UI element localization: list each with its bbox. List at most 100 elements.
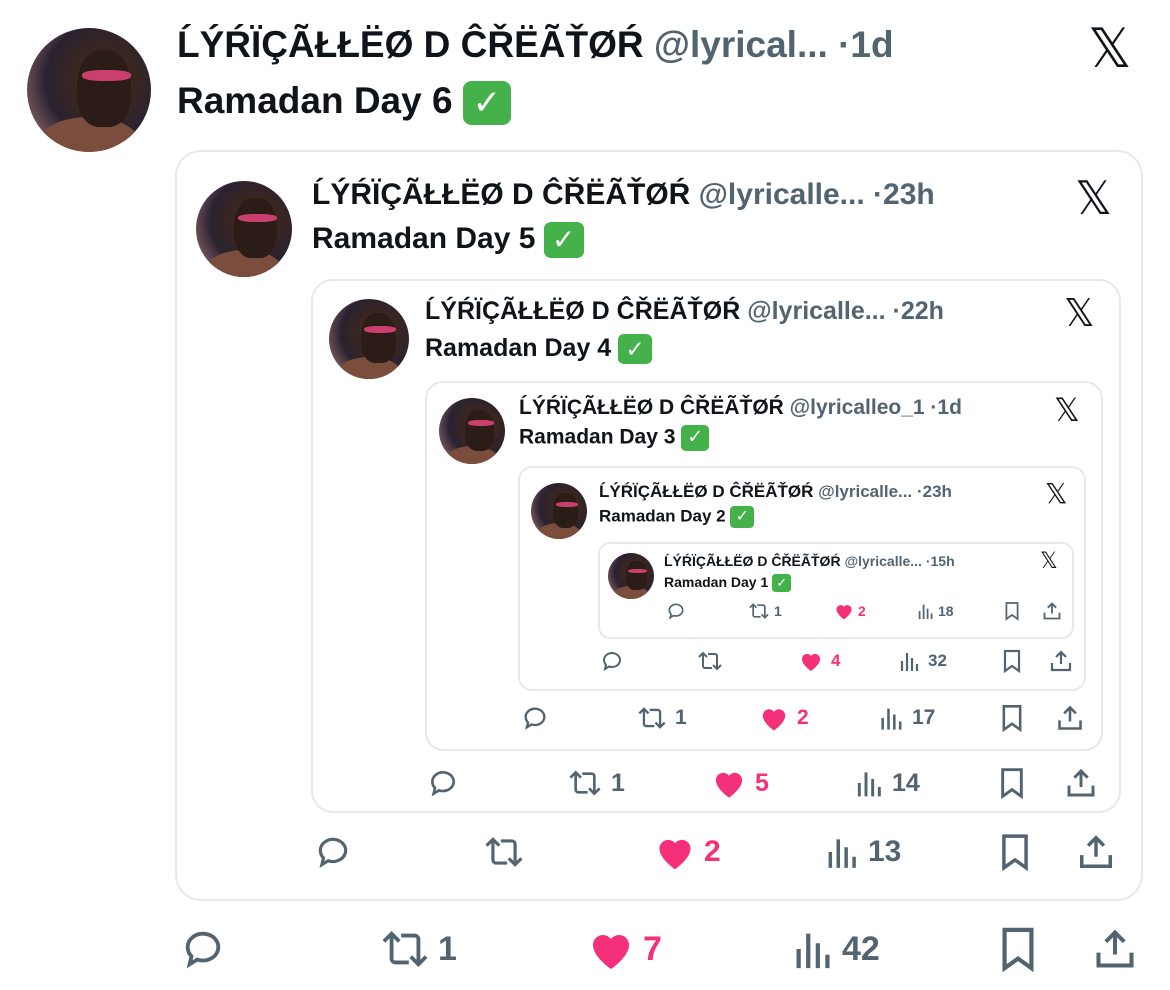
share-icon <box>1096 929 1134 968</box>
reply-button[interactable] <box>180 926 226 972</box>
tweet-header: ĹÝŔÏÇÃŁŁËØ D ĈŘËÃŤØŔ @lyricalle... ·15h <box>664 553 955 569</box>
bookmark-button[interactable] <box>998 926 1038 972</box>
author-handle[interactable]: @lyricalle... <box>747 297 885 325</box>
share-button[interactable] <box>1042 601 1062 621</box>
tweet-text: Ramadan Day 4 ✓ <box>425 334 653 365</box>
timestamp[interactable]: 15h <box>931 553 955 569</box>
author-name[interactable]: ĹÝŔÏÇÃŁŁËØ D ĈŘËÃŤØŔ <box>425 297 740 325</box>
views-count: 18 <box>938 603 954 619</box>
like-button[interactable]: 7 <box>587 926 662 972</box>
retweet-count: 1 <box>774 603 782 619</box>
views-button[interactable]: 17 <box>880 704 935 732</box>
retweet-icon <box>569 770 601 796</box>
x-logo-icon: 𝕏 <box>1064 291 1095 335</box>
reply-button[interactable] <box>426 767 460 799</box>
reply-icon <box>602 652 621 672</box>
retweet-count: 1 <box>611 768 625 797</box>
author-handle[interactable]: @lyrical... <box>654 24 828 65</box>
like-button[interactable]: 4 <box>799 649 840 673</box>
author-name[interactable]: ĹÝŔÏÇÃŁŁËØ D ĈŘËÃŤØŔ <box>599 482 813 501</box>
separator-dot: · <box>873 178 884 211</box>
retweet-button[interactable] <box>697 649 731 673</box>
views-button[interactable]: 13 <box>826 833 901 871</box>
views-icon <box>881 708 902 730</box>
retweet-button[interactable]: 1 <box>637 704 687 732</box>
like-count: 5 <box>755 768 769 797</box>
avatar[interactable] <box>329 299 409 379</box>
share-icon <box>1067 768 1095 797</box>
bookmark-button[interactable] <box>1002 649 1022 673</box>
retweet-count: 1 <box>675 706 687 729</box>
check-mark-icon: ✓ <box>543 222 584 259</box>
retweet-count: 1 <box>438 929 457 968</box>
author-name[interactable]: ĹÝŔÏÇÃŁŁËØ D ĈŘËÃŤØŔ <box>312 178 690 211</box>
like-button[interactable]: 5 <box>711 767 769 799</box>
bookmark-icon <box>1005 602 1019 621</box>
x-logo-icon: 𝕏 <box>1040 549 1058 574</box>
retweet-button[interactable]: 1 <box>567 767 625 799</box>
share-button[interactable] <box>1065 767 1097 799</box>
bookmark-button[interactable] <box>1000 704 1024 732</box>
share-icon <box>1058 705 1082 730</box>
share-button[interactable] <box>1093 926 1137 972</box>
views-count: 42 <box>842 929 880 968</box>
tweet-header: ĹÝŔÏÇÃŁŁËØ D ĈŘËÃŤØŔ @lyricalle... ·23h <box>599 482 952 502</box>
tweet-text-content: Ramadan Day 3 <box>519 425 676 449</box>
reply-button[interactable] <box>313 833 353 871</box>
timestamp[interactable]: 23h <box>883 178 935 211</box>
author-handle[interactable]: @lyricalle... <box>699 178 865 211</box>
retweet-button[interactable] <box>482 833 534 871</box>
views-button[interactable]: 42 <box>794 926 880 972</box>
views-button[interactable]: 14 <box>856 767 920 799</box>
reply-button[interactable] <box>666 601 686 621</box>
author-name[interactable]: ĹÝŔÏÇÃŁŁËØ D ĈŘËÃŤØŔ <box>519 396 784 419</box>
avatar[interactable] <box>27 28 151 152</box>
share-icon <box>1043 602 1061 620</box>
avatar[interactable] <box>196 181 292 277</box>
views-icon <box>918 604 933 619</box>
tweet-text-content: Ramadan Day 6 <box>177 80 453 121</box>
tweet-header: ĹÝŔÏÇÃŁŁËØ D ĈŘËÃŤØŔ @lyricalleo_1 ·1d <box>519 396 962 420</box>
author-name[interactable]: ĹÝŔÏÇÃŁŁËØ D ĈŘËÃŤØŔ <box>664 553 841 569</box>
heart-icon <box>715 772 743 798</box>
tweet-text-content: Ramadan Day 2 <box>599 506 726 526</box>
avatar[interactable] <box>439 398 505 464</box>
timestamp[interactable]: 1d <box>850 24 893 65</box>
bookmark-button[interactable] <box>998 833 1032 871</box>
retweet-icon <box>485 837 523 867</box>
author-handle[interactable]: @lyricalleo_1 <box>790 396 925 419</box>
tweet-text: Ramadan Day 1 ✓ <box>664 574 792 593</box>
reply-icon <box>430 771 455 797</box>
timestamp[interactable]: 22h <box>901 297 944 325</box>
tweet-text: Ramadan Day 2 ✓ <box>599 506 755 528</box>
author-handle[interactable]: @lyricalle... <box>818 482 912 501</box>
reply-button[interactable] <box>600 649 624 673</box>
like-button[interactable]: 2 <box>654 833 721 871</box>
timestamp[interactable]: 23h <box>923 482 952 501</box>
check-mark-icon: ✓ <box>730 506 755 528</box>
views-button[interactable]: 18 <box>918 601 954 621</box>
avatar[interactable] <box>531 483 587 539</box>
like-count: 4 <box>831 651 841 670</box>
author-name[interactable]: ĹÝŔÏÇÃŁŁËØ D ĈŘËÃŤØŔ <box>177 24 644 65</box>
timestamp[interactable]: 1d <box>937 396 962 419</box>
share-button[interactable] <box>1049 649 1073 673</box>
heart-icon <box>762 709 786 731</box>
views-count: 17 <box>912 706 936 729</box>
views-button[interactable]: 32 <box>900 649 947 673</box>
bookmark-button[interactable] <box>1004 601 1020 621</box>
bookmark-icon <box>1003 649 1021 673</box>
views-count: 14 <box>892 768 920 797</box>
retweet-button[interactable]: 1 <box>748 601 782 621</box>
bookmark-button[interactable] <box>998 767 1026 799</box>
retweet-button[interactable]: 1 <box>380 926 457 972</box>
like-button[interactable]: 2 <box>759 704 809 732</box>
share-button[interactable] <box>1077 833 1115 871</box>
share-button[interactable] <box>1056 704 1084 732</box>
heart-icon <box>659 839 691 870</box>
reply-button[interactable] <box>521 704 549 732</box>
author-handle[interactable]: @lyricalle... <box>844 553 921 569</box>
avatar[interactable] <box>608 553 654 599</box>
retweet-icon <box>749 603 769 619</box>
like-button[interactable]: 2 <box>834 601 866 621</box>
